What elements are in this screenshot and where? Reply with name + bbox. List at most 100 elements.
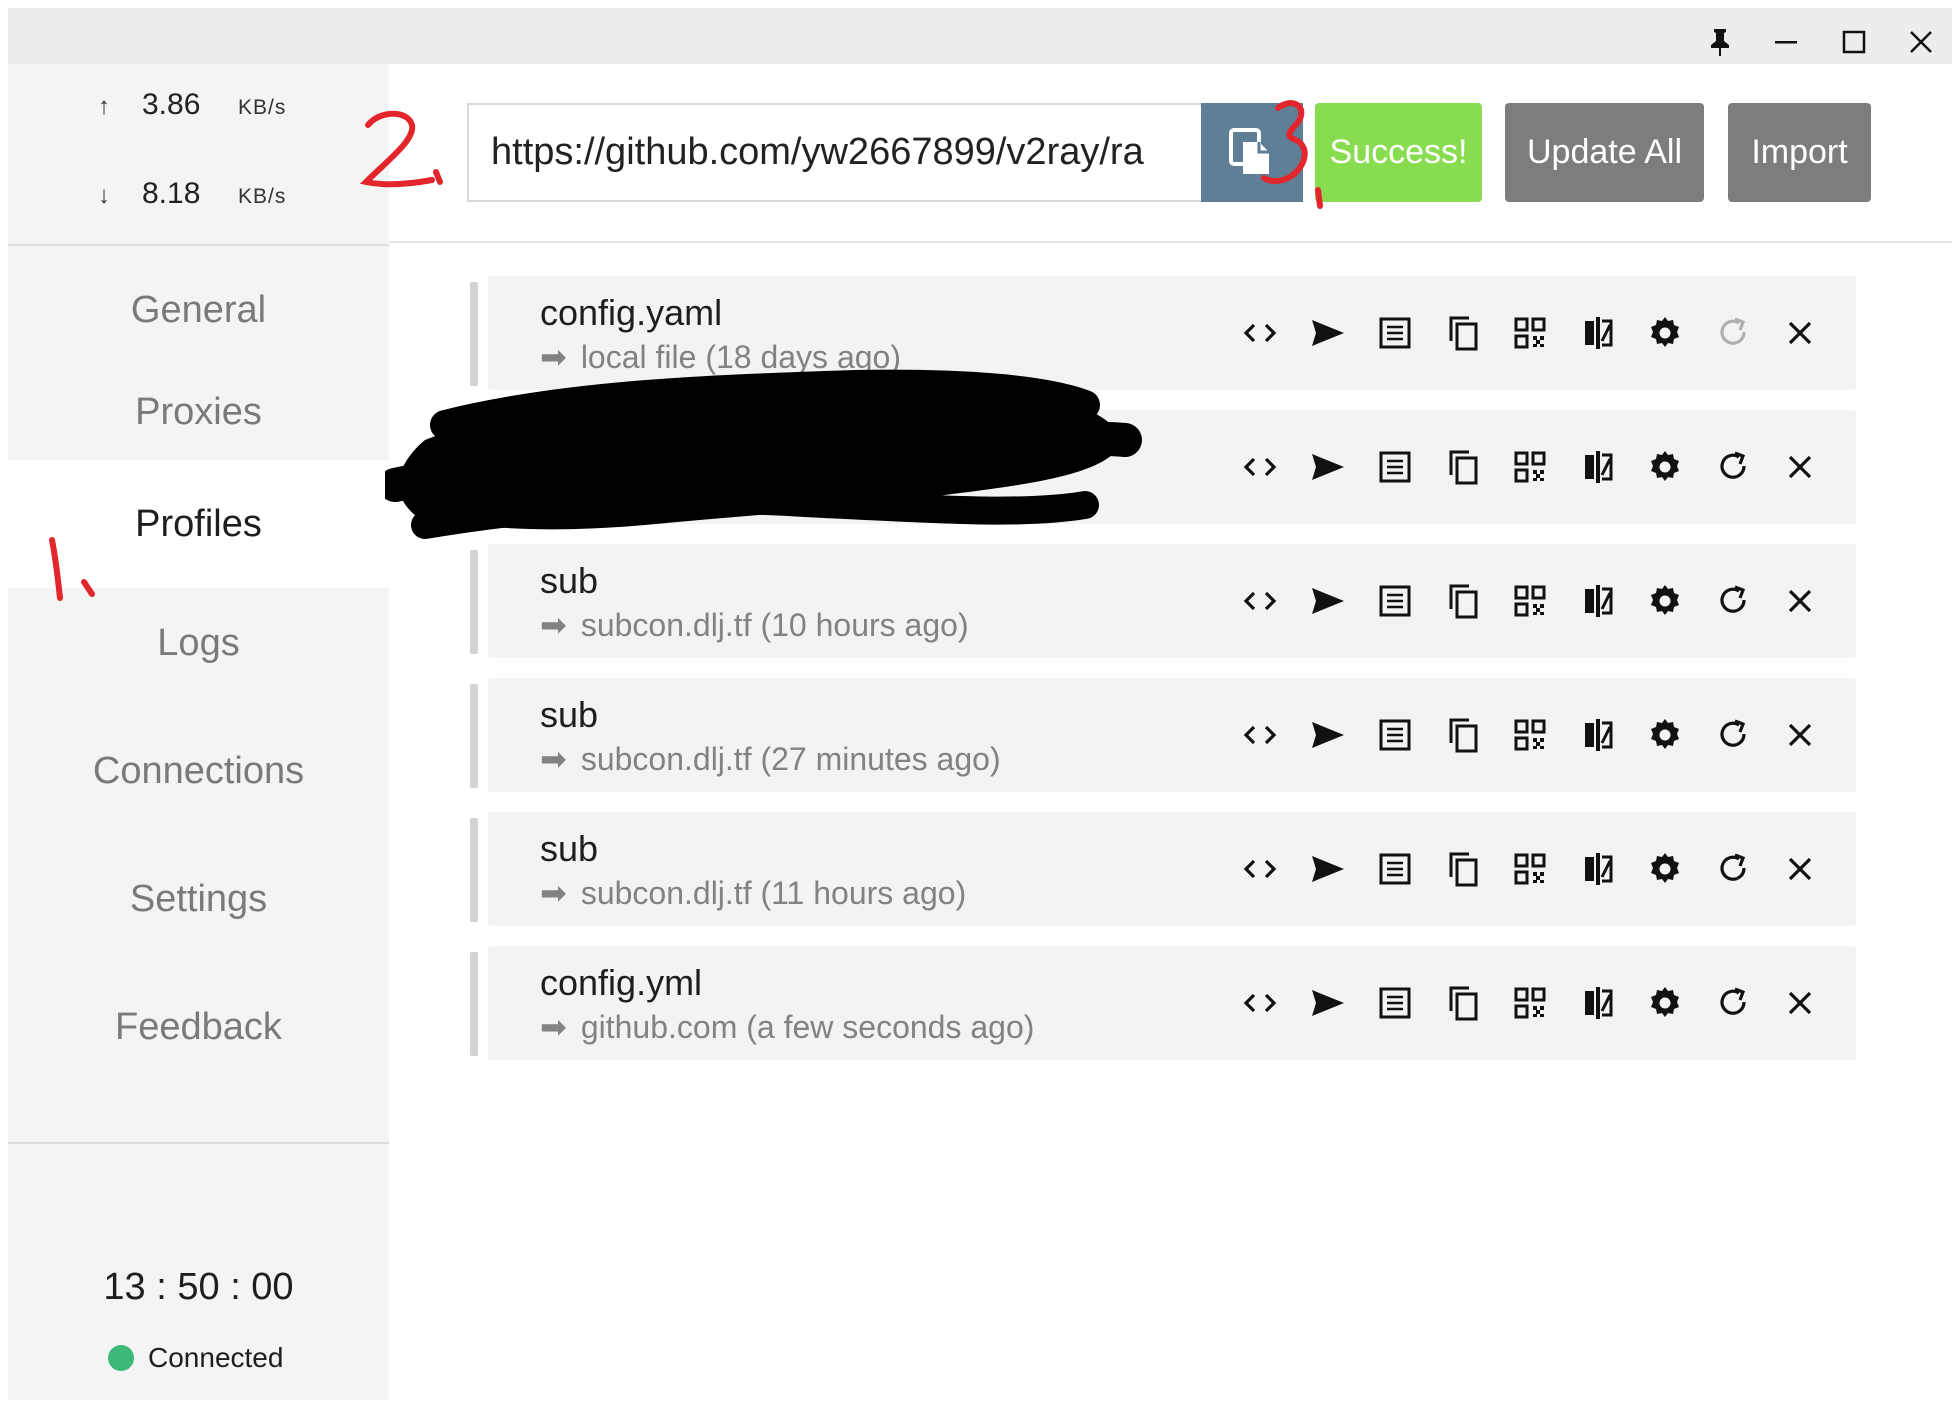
import-button[interactable]: Import [1728, 103, 1871, 202]
settings-gear-icon[interactable] [1632, 303, 1700, 363]
refresh-icon[interactable] [1699, 839, 1767, 899]
list-icon[interactable] [1362, 571, 1430, 631]
settings-gear-icon[interactable] [1632, 839, 1700, 899]
list-icon[interactable] [1362, 303, 1430, 363]
profile-row[interactable]: sub ➡ subcon.dlj.tf (27 minutes ago) [470, 678, 1856, 792]
list-icon[interactable] [1362, 973, 1430, 1033]
profile-source-text: github.com (a few seconds ago) [580, 1009, 1035, 1045]
code-icon[interactable] [1227, 303, 1295, 363]
send-icon[interactable] [1294, 571, 1362, 631]
nav-item-settings[interactable]: Settings [8, 844, 389, 954]
delete-icon[interactable] [1767, 839, 1835, 899]
list-icon[interactable] [1362, 437, 1430, 497]
qr-code-icon[interactable] [1497, 303, 1565, 363]
refresh-icon[interactable] [1699, 571, 1767, 631]
settings-gear-icon[interactable] [1632, 705, 1700, 765]
arrow-right-icon: ➡ [540, 607, 567, 643]
download-value: 8.18 [142, 177, 201, 210]
upload-speed: ↑ 3.86 KB/s [98, 88, 286, 122]
settings-gear-icon[interactable] [1632, 437, 1700, 497]
compare-icon[interactable] [1564, 571, 1632, 631]
send-icon[interactable] [1294, 839, 1362, 899]
send-icon[interactable] [1294, 705, 1362, 765]
code-icon[interactable] [1227, 973, 1295, 1033]
qr-code-icon[interactable] [1497, 571, 1565, 631]
settings-gear-icon[interactable] [1632, 973, 1700, 1033]
qr-code-icon[interactable] [1497, 705, 1565, 765]
copy-icon[interactable] [1429, 437, 1497, 497]
status-dot-icon [108, 1345, 134, 1371]
refresh-icon[interactable] [1699, 303, 1767, 363]
upload-unit: KB/s [238, 96, 287, 119]
redaction-scribble [385, 369, 1142, 539]
delete-icon[interactable] [1767, 571, 1835, 631]
profile-row[interactable]: config.yml ➡ github.com (a few seconds ago… [470, 946, 1856, 1060]
delete-icon[interactable] [1767, 705, 1835, 765]
nav-item-general[interactable]: General [8, 255, 389, 365]
copy-icon[interactable] [1429, 973, 1497, 1033]
refresh-icon[interactable] [1699, 705, 1767, 765]
close-icon[interactable] [1901, 22, 1941, 62]
clock: 13 : 50 : 00 [103, 1266, 294, 1308]
code-icon[interactable] [1227, 437, 1295, 497]
settings-gear-icon[interactable] [1632, 571, 1700, 631]
delete-icon[interactable] [1767, 303, 1835, 363]
send-icon[interactable] [1294, 437, 1362, 497]
download-unit: KB/s [238, 185, 287, 208]
download-speed: ↓ 8.18 KB/s [98, 177, 286, 211]
nav-label: General [130, 288, 267, 331]
nav-item-proxies[interactable]: Proxies [8, 357, 389, 467]
send-icon[interactable] [1294, 973, 1362, 1033]
upload-arrow-icon: ↑ [98, 93, 110, 120]
code-icon[interactable] [1227, 839, 1295, 899]
compare-icon[interactable] [1564, 973, 1632, 1033]
nav-item-logs[interactable]: Logs [8, 588, 389, 698]
compare-icon[interactable] [1564, 437, 1632, 497]
profile-card[interactable]: sub ➡ subcon.dlj.tf (27 minutes ago) [488, 678, 1856, 792]
delete-icon[interactable] [1767, 973, 1835, 1033]
compare-icon[interactable] [1564, 705, 1632, 765]
profile-name: config.yaml [540, 292, 723, 333]
arrow-right-icon: ➡ [540, 1009, 567, 1045]
qr-code-icon[interactable] [1497, 437, 1565, 497]
nav-item-profiles[interactable]: Profiles [8, 460, 389, 588]
copy-icon[interactable] [1429, 839, 1497, 899]
send-icon[interactable] [1294, 303, 1362, 363]
list-icon[interactable] [1362, 839, 1430, 899]
nav-item-feedback[interactable]: Feedback [8, 972, 389, 1082]
nav-item-connections[interactable]: Connections [8, 716, 389, 826]
profile-selector-bar [470, 550, 478, 654]
pin-icon[interactable] [1700, 22, 1740, 62]
paste-button[interactable] [1201, 103, 1303, 202]
header-divider [389, 241, 1952, 243]
refresh-icon[interactable] [1699, 437, 1767, 497]
profile-card[interactable]: sub ➡ subcon.dlj.tf (11 hours ago) [488, 812, 1856, 926]
compare-icon[interactable] [1564, 303, 1632, 363]
update-all-button[interactable]: Update All [1505, 103, 1704, 202]
status-label: Connected [148, 1342, 284, 1373]
compare-icon[interactable] [1564, 839, 1632, 899]
code-icon[interactable] [1227, 705, 1295, 765]
qr-code-icon[interactable] [1497, 973, 1565, 1033]
maximize-icon[interactable] [1834, 22, 1874, 62]
subscription-url-input[interactable] [467, 103, 1201, 202]
copy-icon[interactable] [1429, 303, 1497, 363]
qr-code-icon[interactable] [1497, 839, 1565, 899]
delete-icon[interactable] [1767, 437, 1835, 497]
profile-card[interactable]: config.yml ➡ github.com (a few seconds ago… [488, 946, 1856, 1060]
profile-card[interactable]: sub ➡ subcon.dlj.tf (10 hours ago) [488, 544, 1856, 658]
sidebar-divider [8, 244, 389, 246]
traffic-panel: ↑ 3.86 KB/s ↓ 8.18 KB/s [8, 64, 389, 244]
success-button[interactable]: Success! [1315, 103, 1482, 202]
profile-source: ➡ github.com (a few seconds ago) [540, 1008, 1034, 1046]
minimize-icon[interactable] [1766, 22, 1806, 62]
copy-icon[interactable] [1429, 571, 1497, 631]
profile-name: sub [540, 828, 599, 869]
copy-icon[interactable] [1429, 705, 1497, 765]
profile-row[interactable]: sub ➡ subcon.dlj.tf (10 hours ago) [470, 544, 1856, 658]
profile-row[interactable]: sub ➡ subcon.dlj.tf (11 hours ago) [470, 812, 1856, 926]
refresh-icon[interactable] [1699, 973, 1767, 1033]
code-icon[interactable] [1227, 571, 1295, 631]
list-icon[interactable] [1362, 705, 1430, 765]
profile-actions [1227, 410, 1857, 524]
